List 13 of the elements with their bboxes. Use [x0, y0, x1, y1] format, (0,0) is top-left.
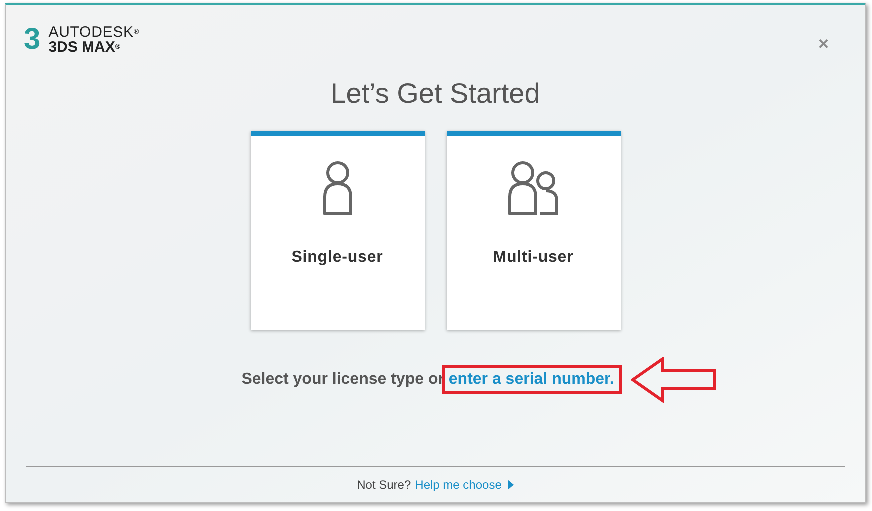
help-link[interactable]: Help me choose: [415, 476, 514, 494]
two-people-icon: [506, 161, 562, 217]
logo-product: 3DS MAX$^{®}$: [48, 40, 122, 55]
footer-text: Not Sure?: [357, 476, 412, 494]
page-title: Let’s Get Started: [330, 77, 540, 111]
logo-brand: AUTODESK$^{®}$: [48, 25, 140, 40]
person-icon: [320, 161, 354, 217]
close-button[interactable]: ×: [818, 35, 829, 53]
license-option-card[interactable]: Single-user: [250, 131, 424, 330]
serial-number-link[interactable]: enter a serial number.: [444, 368, 620, 391]
caret-icon: [508, 480, 514, 490]
license-option-card[interactable]: Multi-user: [446, 131, 620, 330]
logo-mark: 3: [24, 25, 41, 55]
